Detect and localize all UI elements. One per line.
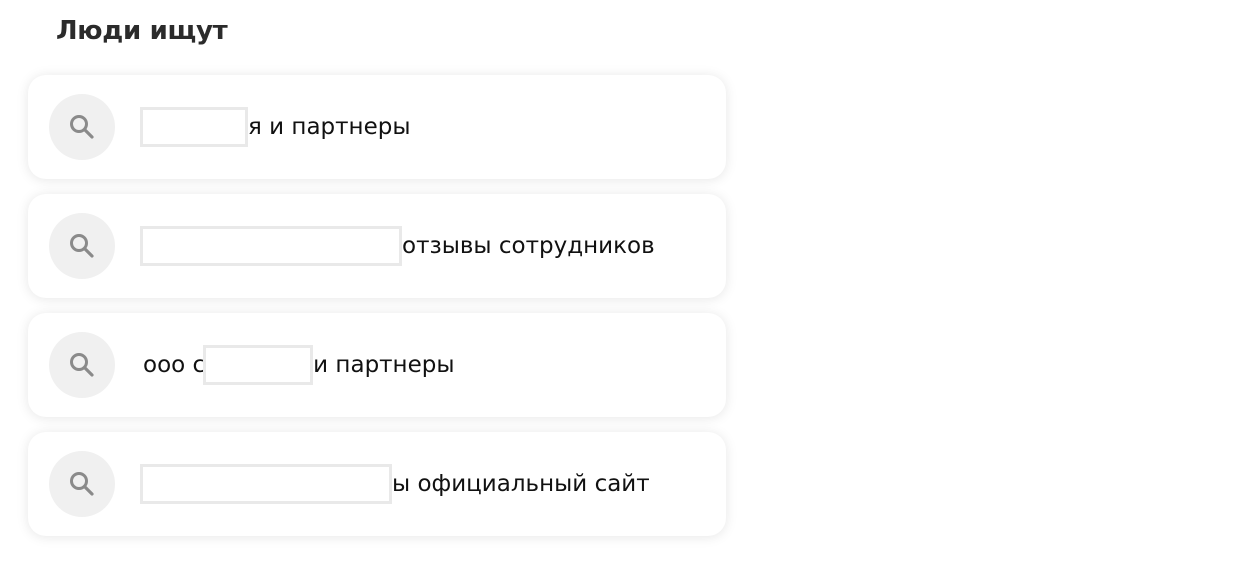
redaction-box bbox=[140, 226, 402, 266]
redaction-box bbox=[140, 464, 392, 504]
search-icon-badge bbox=[49, 451, 115, 517]
suggestion-item[interactable]: ооо с и партнеры bbox=[28, 313, 726, 417]
suggestion-text: ы официальный сайт bbox=[140, 432, 650, 536]
search-icon bbox=[70, 472, 94, 496]
redaction-box bbox=[203, 345, 314, 385]
section-title: Люди ищут bbox=[56, 16, 228, 46]
search-icon bbox=[70, 353, 94, 377]
search-icon-badge bbox=[49, 94, 115, 160]
suggestion-text: ооо с и партнеры bbox=[143, 313, 455, 417]
search-icon-badge bbox=[49, 213, 115, 279]
search-icon bbox=[70, 234, 94, 258]
suggestion-item[interactable]: отзывы сотрудников bbox=[28, 194, 726, 298]
suggestion-prefix: ооо с bbox=[143, 352, 206, 378]
suggestion-suffix: и партнеры bbox=[313, 352, 455, 378]
suggestion-suffix: я и партнеры bbox=[248, 114, 411, 140]
redaction-box bbox=[140, 107, 248, 147]
suggestion-suffix: ы официальный сайт bbox=[392, 471, 650, 497]
search-icon bbox=[70, 115, 94, 139]
suggestions-list: я и партнеры отзывы сотрудников ооо с и … bbox=[28, 75, 726, 551]
suggestion-text: отзывы сотрудников bbox=[140, 194, 655, 298]
suggestion-item[interactable]: я и партнеры bbox=[28, 75, 726, 179]
search-icon-badge bbox=[49, 332, 115, 398]
suggestion-item[interactable]: ы официальный сайт bbox=[28, 432, 726, 536]
suggestion-text: я и партнеры bbox=[140, 75, 411, 179]
suggestion-suffix: отзывы сотрудников bbox=[402, 233, 655, 259]
